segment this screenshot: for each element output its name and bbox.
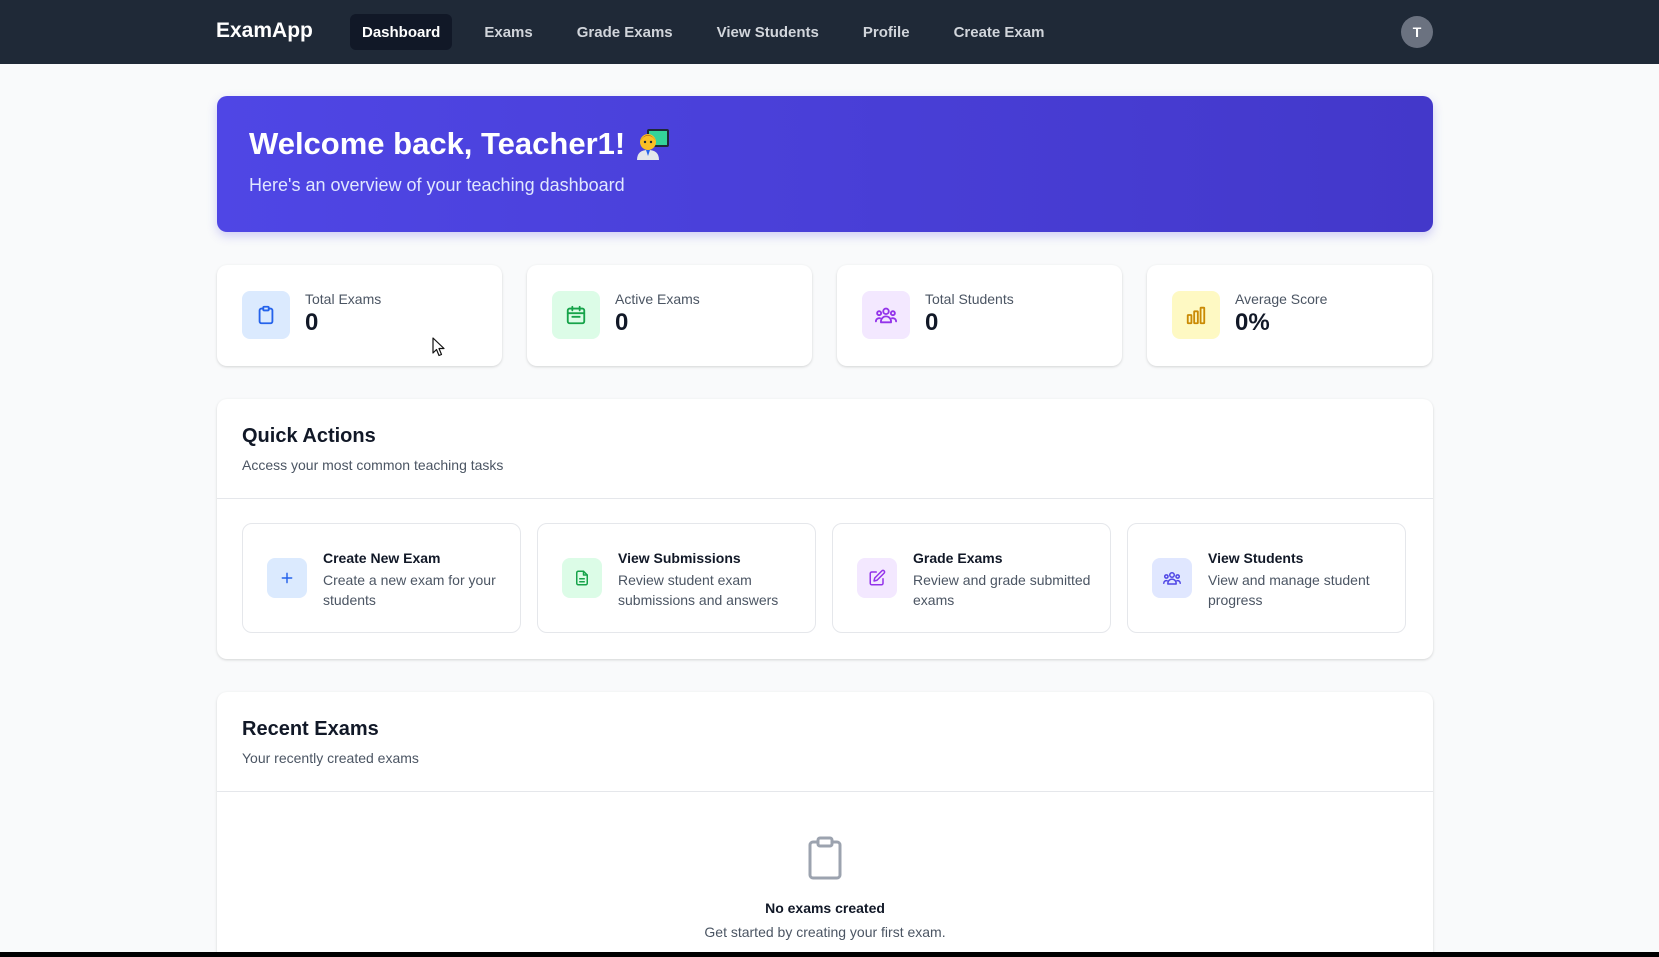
app-viewport: ExamApp Dashboard Exams Grade Exams View… <box>0 0 1659 952</box>
quick-actions-panel: Quick Actions Access your most common te… <box>217 399 1433 659</box>
clipboard-icon <box>807 836 843 885</box>
action-title: Grade Exams <box>913 550 1003 566</box>
welcome-title: Welcome back, Teacher1! <box>249 126 671 162</box>
stat-label: Active Exams <box>615 291 700 307</box>
welcome-title-text: Welcome back, Teacher1! <box>249 126 626 161</box>
action-description: Review student exam submissions and answ… <box>618 572 779 608</box>
nav-link-profile[interactable]: Profile <box>851 14 922 50</box>
panel-subtitle: Access your most common teaching tasks <box>242 457 504 473</box>
action-description: View and manage student progress <box>1208 572 1370 608</box>
action-create-new-exam[interactable]: Create New Exam Create a new exam for yo… <box>242 523 521 633</box>
welcome-subtitle: Here's an overview of your teaching dash… <box>249 175 625 195</box>
stat-value: 0% <box>1235 309 1270 336</box>
action-description: Create a new exam for your students <box>323 572 496 608</box>
calendar-icon <box>552 291 600 339</box>
bar-chart-icon <box>1172 291 1220 339</box>
users-icon <box>862 291 910 339</box>
clipboard-icon <box>242 291 290 339</box>
stat-card-total-exams: Total Exams 0 <box>217 265 502 366</box>
nav-links: Dashboard Exams Grade Exams View Student… <box>350 14 1056 50</box>
stat-label: Total Students <box>925 291 1014 307</box>
teacher-icon <box>635 126 671 162</box>
document-icon <box>562 558 602 598</box>
action-title: View Students <box>1208 550 1304 566</box>
action-grade-exams[interactable]: Grade Exams Review and grade submitted e… <box>832 523 1111 633</box>
stat-card-total-students: Total Students 0 <box>837 265 1122 366</box>
panel-header: Quick Actions Access your most common te… <box>217 399 1433 499</box>
nav-link-exams[interactable]: Exams <box>472 14 544 50</box>
action-view-students[interactable]: View Students View and manage student pr… <box>1127 523 1406 633</box>
mouse-cursor-icon <box>432 337 446 362</box>
empty-subtitle: Get started by creating your first exam. <box>704 924 946 940</box>
action-title: View Submissions <box>618 550 741 566</box>
panel-header: Recent Exams Your recently created exams <box>217 692 1433 792</box>
nav-link-view-students[interactable]: View Students <box>705 14 831 50</box>
stat-card-active-exams: Active Exams 0 <box>527 265 812 366</box>
brand-logo[interactable]: ExamApp <box>216 19 313 43</box>
users-icon <box>1152 558 1192 598</box>
empty-state: No exams created Get started by creating… <box>217 792 1433 952</box>
action-description: Review and grade submitted exams <box>913 572 1091 608</box>
stat-label: Total Exams <box>305 291 382 307</box>
top-navbar: ExamApp Dashboard Exams Grade Exams View… <box>0 0 1659 64</box>
panel-subtitle: Your recently created exams <box>242 750 419 766</box>
edit-icon <box>857 558 897 598</box>
nav-link-grade-exams[interactable]: Grade Exams <box>565 14 685 50</box>
quick-actions-grid: Create New Exam Create a new exam for yo… <box>242 523 1406 633</box>
nav-link-create-exam[interactable]: Create Exam <box>942 14 1057 50</box>
panel-title: Recent Exams <box>242 718 379 740</box>
plus-icon <box>267 558 307 598</box>
stats-row: Total Exams 0 Active Exams 0 Total Stude… <box>217 265 1432 366</box>
action-title: Create New Exam <box>323 550 441 566</box>
stat-value: 0 <box>305 309 319 336</box>
recent-exams-panel: Recent Exams Your recently created exams… <box>217 692 1433 952</box>
empty-title: No exams created <box>765 900 885 916</box>
welcome-banner: Welcome back, Teacher1! Here's an overvi… <box>217 96 1433 232</box>
nav-link-dashboard[interactable]: Dashboard <box>350 14 453 50</box>
panel-title: Quick Actions <box>242 425 376 447</box>
stat-card-average-score: Average Score 0% <box>1147 265 1432 366</box>
stat-value: 0 <box>615 309 629 336</box>
stat-value: 0 <box>925 309 939 336</box>
stat-label: Average Score <box>1235 291 1328 307</box>
user-avatar[interactable]: T <box>1401 16 1433 48</box>
action-view-submissions[interactable]: View Submissions Review student exam sub… <box>537 523 816 633</box>
